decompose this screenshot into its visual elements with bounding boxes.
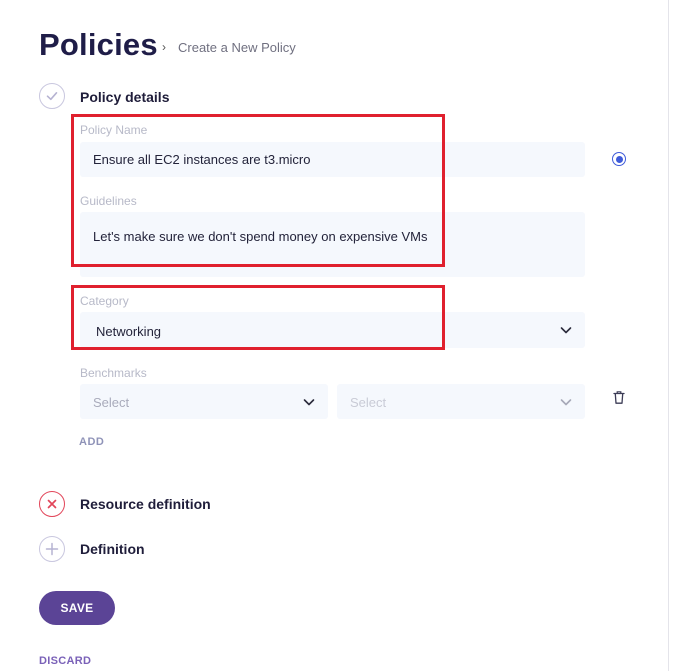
guidelines-label: Guidelines	[80, 194, 137, 208]
chevron-down-icon	[303, 394, 315, 409]
step-label-definition[interactable]: Definition	[80, 541, 145, 557]
trash-icon[interactable]	[612, 390, 626, 410]
check-icon	[39, 83, 65, 109]
add-benchmark-link[interactable]: ADD	[79, 436, 104, 448]
guidelines-value: Let's make sure we don't spend money on …	[93, 229, 428, 244]
policy-name-label: Policy Name	[80, 123, 148, 137]
plus-icon	[39, 536, 65, 562]
category-select[interactable]: Networking	[80, 312, 585, 348]
category-value: Networking	[96, 324, 162, 339]
category-label: Category	[80, 294, 129, 308]
benchmark-select-1[interactable]: Select	[80, 384, 328, 419]
chevron-down-icon	[560, 394, 572, 409]
discard-link[interactable]: DISCARD	[39, 655, 91, 667]
radio-button[interactable]	[612, 152, 626, 166]
guidelines-textarea[interactable]: Let's make sure we don't spend money on …	[80, 212, 585, 277]
benchmark-select-2[interactable]: Select	[337, 384, 585, 419]
benchmark-select-2-placeholder: Select	[350, 395, 387, 410]
step-label-resource-definition[interactable]: Resource definition	[80, 496, 211, 512]
chevron-down-icon	[560, 323, 572, 338]
breadcrumb: Create a New Policy	[178, 40, 296, 55]
step-label-policy-details[interactable]: Policy details	[80, 89, 169, 105]
page-title: Policies	[39, 27, 158, 62]
breadcrumb-separator-icon: ›	[162, 40, 166, 54]
policy-name-input[interactable]: Ensure all EC2 instances are t3.micro	[80, 142, 585, 177]
save-button[interactable]: SAVE	[39, 591, 115, 625]
benchmark-select-1-placeholder: Select	[93, 395, 130, 410]
x-icon	[39, 491, 65, 517]
benchmarks-label: Benchmarks	[80, 366, 147, 380]
scrollbar-edge	[668, 0, 669, 671]
policy-name-value: Ensure all EC2 instances are t3.micro	[93, 152, 311, 167]
